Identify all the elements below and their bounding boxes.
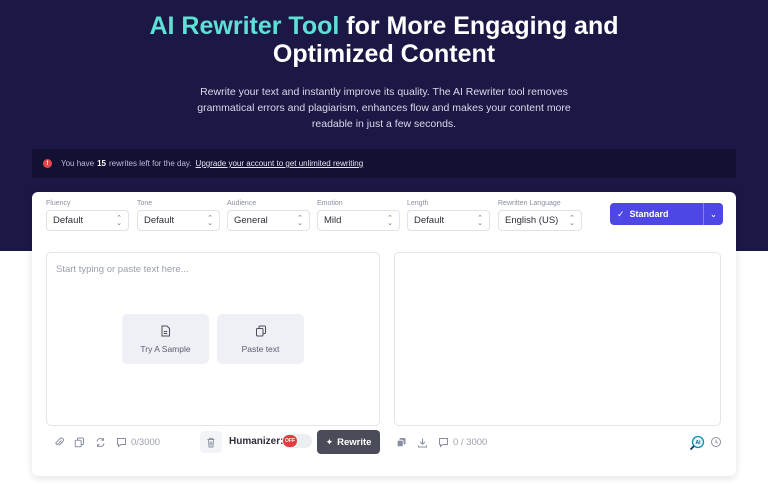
ai-detector-icon[interactable]: AI	[689, 435, 705, 451]
option-emotion: Emotion Mild ⌃ ⌄	[317, 200, 400, 231]
rewriter-panel: Fluency Default ⌃ ⌄ Tone Default ⌃ ⌄ Audie…	[32, 192, 736, 476]
option-length: Length Default ⌃ ⌄	[407, 200, 490, 231]
updown-icon: ⌃ ⌄	[297, 214, 303, 227]
output-char-count: 0 / 3000	[453, 437, 488, 448]
document-icon	[161, 325, 170, 336]
mode-dropdown-button[interactable]: ✓ Standard ⌄	[610, 203, 723, 225]
fluency-select[interactable]: Default ⌃ ⌄	[46, 210, 129, 231]
option-label: Emotion	[317, 200, 343, 207]
comment-icon	[437, 436, 449, 448]
notice-suffix: rewrites left for the day.	[108, 159, 192, 168]
updown-icon: ⌃ ⌄	[207, 214, 213, 227]
option-label: Tone	[137, 200, 153, 207]
title-rest-1: for More Engaging and	[339, 12, 619, 40]
audience-select[interactable]: General ⌃ ⌄	[227, 210, 310, 231]
updown-icon: ⌃ ⌄	[116, 214, 122, 227]
option-label: Rewritten Language	[498, 200, 561, 207]
rewrite-label: Rewrite	[337, 436, 372, 448]
upgrade-link[interactable]: Upgrade your account to get unlimited re…	[196, 159, 364, 168]
toggle-state: OFF	[283, 435, 297, 447]
select-value: Default	[144, 215, 175, 226]
length-select[interactable]: Default ⌃ ⌄	[407, 210, 490, 231]
select-value: General	[234, 215, 268, 226]
rewrite-button[interactable]: ✦ Rewrite	[317, 430, 380, 454]
output-editor	[394, 252, 721, 426]
option-tone: Tone Default ⌃ ⌄	[137, 200, 220, 231]
humanizer-label: Humanizer:	[229, 436, 284, 447]
select-value: Mild	[324, 215, 342, 226]
emotion-select[interactable]: Mild ⌃ ⌄	[317, 210, 400, 231]
humanizer-toggle[interactable]: OFF	[282, 434, 312, 448]
info-icon: !	[43, 159, 52, 168]
select-value: Default	[53, 215, 84, 226]
copy-output-icon[interactable]	[395, 436, 407, 448]
select-value: English (US)	[505, 215, 559, 226]
select-value: Default	[414, 215, 445, 226]
try-sample-button[interactable]: Try A Sample	[122, 314, 209, 364]
history-icon[interactable]	[710, 436, 722, 448]
input-char-count: 0/3000	[131, 437, 161, 448]
download-icon[interactable]	[416, 436, 428, 448]
option-label: Audience	[227, 200, 257, 207]
input-placeholder: Start typing or paste text here...	[56, 264, 189, 275]
paste-text-button[interactable]: Paste text	[217, 314, 304, 364]
option-audience: Audience General ⌃ ⌄	[227, 200, 310, 231]
notice-count: 15	[97, 159, 106, 168]
sparkle-icon: ✦	[325, 436, 334, 447]
copy-icon	[255, 325, 266, 336]
attachment-icon[interactable]	[53, 436, 65, 448]
svg-text:AI: AI	[696, 440, 702, 446]
notice-prefix: You have	[61, 159, 95, 168]
updown-icon: ⌃ ⌄	[569, 214, 575, 227]
check-icon: ✓	[617, 208, 625, 219]
option-label: Fluency	[46, 200, 71, 207]
tone-select[interactable]: Default ⌃ ⌄	[137, 210, 220, 231]
input-editor[interactable]: Start typing or paste text here... Try A…	[46, 252, 380, 426]
option-fluency: Fluency Default ⌃ ⌄	[46, 200, 129, 231]
page-title: AI Rewriter Tool for More Engaging and O…	[0, 12, 768, 68]
mode-label: Standard	[629, 209, 669, 219]
try-sample-label: Try A Sample	[140, 343, 191, 354]
copy-icon[interactable]	[73, 436, 85, 448]
rewrite-limit-notice: ! You have 15 rewrites left for the day.…	[32, 149, 736, 178]
option-label: Length	[407, 200, 429, 207]
updown-icon: ⌃ ⌄	[477, 214, 483, 227]
trash-icon	[207, 437, 215, 447]
title-rest-2: Optimized Content	[272, 40, 496, 68]
language-select[interactable]: English (US) ⌃ ⌄	[498, 210, 582, 231]
page-subtitle: Rewrite your text and instantly improve …	[197, 86, 571, 130]
refresh-icon[interactable]	[94, 436, 106, 448]
comment-icon	[115, 436, 127, 448]
chevron-down-icon[interactable]: ⌄	[703, 203, 723, 225]
clear-button[interactable]	[200, 431, 222, 453]
option-language: Rewritten Language English (US) ⌃ ⌄	[498, 200, 582, 231]
updown-icon: ⌃ ⌄	[387, 214, 393, 227]
title-accent: AI Rewriter Tool	[149, 12, 340, 40]
paste-text-label: Paste text	[241, 343, 280, 354]
